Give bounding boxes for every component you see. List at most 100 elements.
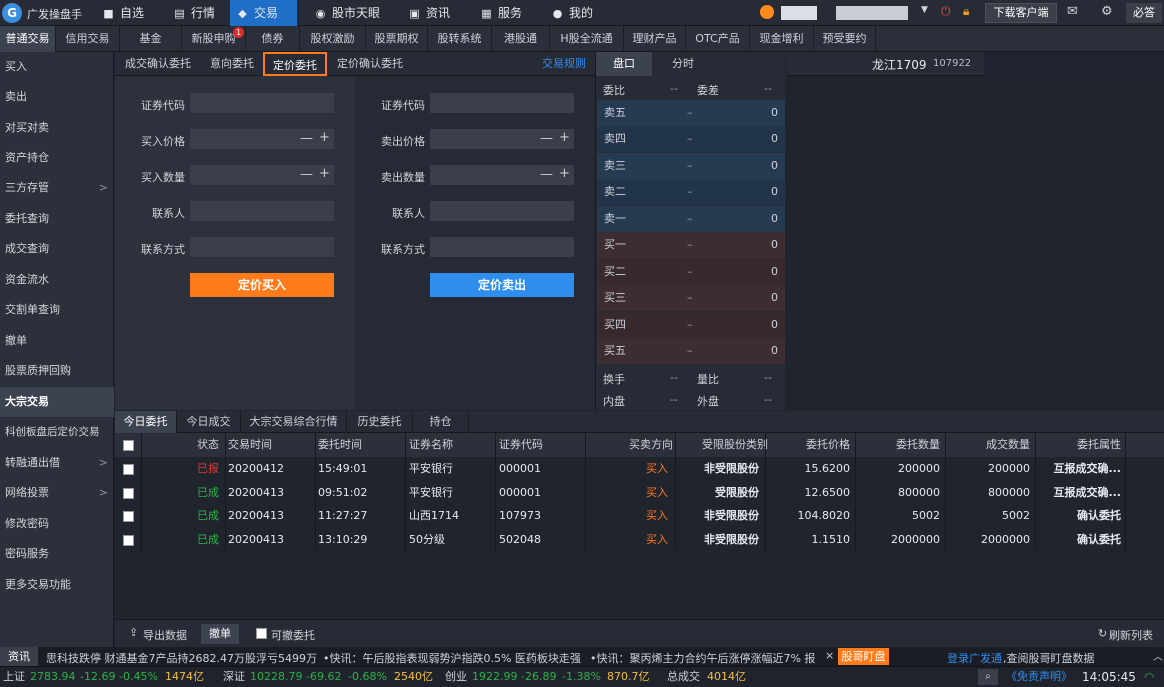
tab-otc[interactable]: OTC产品 <box>686 26 750 52</box>
col-order-time[interactable]: 委托时间 <box>318 433 403 457</box>
col-direction[interactable]: 买卖方向 <box>588 433 673 457</box>
buy-code-input[interactable] <box>190 93 334 113</box>
nav-zixun[interactable]: ▣ 资讯 <box>402 0 462 26</box>
ask-level-3[interactable]: 卖三 – 0 <box>597 153 786 179</box>
bid-level-4[interactable]: 买四 – 0 <box>597 312 786 338</box>
sell-code-input[interactable] <box>430 93 574 113</box>
table-row[interactable]: 已报 20200412 15:49:01 平安银行 000001 买入 非受限股份 15.62… <box>115 457 1164 481</box>
tab-ganggutong[interactable]: 港股通 <box>492 26 550 52</box>
ticker-item[interactable]: 思科技跌停 财通基金7产品持2682.47万股浮亏5499万 <box>46 650 317 666</box>
increase-price-button[interactable]: + <box>559 130 570 145</box>
decrease-qty-button[interactable]: — <box>300 167 313 182</box>
table-row[interactable]: 已成 20200413 11:27:27 山西1714 107973 买入 非受限股份 104… <box>115 504 1164 528</box>
select-all-checkbox[interactable] <box>123 440 134 451</box>
tab-gupiaoqiquan[interactable]: 股票期权 <box>366 26 428 52</box>
fixed-sell-button[interactable]: 定价卖出 <box>430 273 574 297</box>
col-security-name[interactable]: 证券名称 <box>409 433 494 457</box>
nav-tianyan[interactable]: ◉ 股市天眼 <box>308 0 393 26</box>
sidebar-item-fund-flow[interactable]: 资金流水 <box>0 265 114 295</box>
cancel-order-button[interactable]: 撤单 <box>201 624 239 644</box>
row-checkbox[interactable] <box>123 464 134 475</box>
tab-fixed-price[interactable]: 定价委托 <box>263 52 327 76</box>
close-icon[interactable]: × <box>825 649 834 662</box>
sidebar-item-buy[interactable]: 买入 <box>0 52 114 82</box>
tab-fenshi[interactable]: 分时 <box>656 52 710 76</box>
bid-level-2[interactable]: 买二 – 0 <box>597 259 786 285</box>
nav-hangqing[interactable]: ▤ 行情 <box>167 0 227 26</box>
ask-level-4[interactable]: 卖四 – 0 <box>597 126 786 152</box>
sidebar-item-change-password[interactable]: 修改密码 <box>0 509 114 539</box>
sidebar-item-pledge[interactable]: 股票质押回购 <box>0 356 114 386</box>
sidebar-item-cancel[interactable]: 撤单 <box>0 326 114 356</box>
hot-tag[interactable]: 股哥盯盘 <box>838 648 889 665</box>
decrease-qty-button[interactable]: — <box>540 167 553 182</box>
trade-rules-link[interactable]: 交易规则 <box>542 52 586 76</box>
download-client-button[interactable]: 下载客户端 <box>985 3 1057 23</box>
bida-button[interactable]: 必答 <box>1126 3 1162 23</box>
tab-pankou[interactable]: 盘口 <box>596 52 652 76</box>
col-security-code[interactable]: 证券代码 <box>499 433 584 457</box>
tab-block-market[interactable]: 大宗交易综合行情 <box>241 411 347 433</box>
tab-deal-confirm[interactable]: 成交确认委托 <box>119 52 197 76</box>
tab-licai[interactable]: 理财产品 <box>624 26 686 52</box>
buy-contact-method-input[interactable] <box>190 237 334 257</box>
sidebar-item-voting[interactable]: 网络投票 > <box>0 478 114 508</box>
tab-yushou[interactable]: 预受要约 <box>814 26 876 52</box>
cancelable-checkbox[interactable] <box>256 628 267 639</box>
sell-contact-input[interactable] <box>430 201 574 221</box>
export-data-button[interactable]: 导出数据 <box>143 627 187 643</box>
sidebar-item-custody[interactable]: 三方存管 > <box>0 173 114 203</box>
row-checkbox[interactable] <box>123 487 134 499</box>
col-order-attr[interactable]: 委托属性 <box>1038 433 1121 457</box>
table-row[interactable]: 已成 20200413 09:51:02 平安银行 000001 买入 受限股份 12.650… <box>115 481 1164 505</box>
col-order-qty[interactable]: 委托数量 <box>858 433 940 457</box>
sidebar-item-statement[interactable]: 交割单查询 <box>0 295 114 325</box>
ask-level-2[interactable]: 卖二 – 0 <box>597 179 786 205</box>
increase-qty-button[interactable]: + <box>559 166 570 181</box>
nav-fuwu[interactable]: ▦ 服务 <box>474 0 534 26</box>
col-deal-qty[interactable]: 成交数量 <box>948 433 1030 457</box>
ticker-item[interactable]: •快讯：午后股指表现弱势沪指跌0.5% 医药板块走强 <box>323 650 581 666</box>
tab-zhaiquan[interactable]: 债券 <box>246 26 300 52</box>
nav-wode[interactable]: ● 我的 <box>545 0 605 26</box>
sidebar-item-deal-query[interactable]: 成交查询 <box>0 234 114 264</box>
disclaimer-link[interactable]: 《免责声明》 <box>1006 667 1072 687</box>
sidebar-item-more[interactable]: 更多交易功能 <box>0 570 114 600</box>
nav-jiaoyi[interactable]: ◆ 交易 <box>230 0 297 26</box>
tab-intent[interactable]: 意向委托 <box>203 52 261 76</box>
search-icon[interactable]: ⌕ <box>978 669 998 685</box>
sidebar-item-password-service[interactable]: 密码服务 <box>0 539 114 569</box>
sidebar-item-sell[interactable]: 卖出 <box>0 82 114 112</box>
increase-qty-button[interactable]: + <box>319 166 330 181</box>
tab-putong[interactable]: 普通交易 <box>0 26 56 52</box>
col-share-class[interactable]: 受限股份类别 <box>678 433 768 457</box>
tab-positions[interactable]: 持仓 <box>413 411 469 433</box>
buy-contact-input[interactable] <box>190 201 334 221</box>
chevron-down-icon[interactable]: ▼ <box>921 5 928 15</box>
sidebar-item-block-trade[interactable]: 大宗交易 <box>0 387 114 417</box>
avatar[interactable] <box>760 5 774 19</box>
col-status[interactable]: 状态 <box>143 433 219 457</box>
row-checkbox[interactable] <box>123 511 134 522</box>
ask-level-5[interactable]: 卖五 – 0 <box>597 100 786 126</box>
power-icon[interactable]: ⏻ <box>941 4 951 19</box>
tab-jijin[interactable]: 基金 <box>120 26 182 52</box>
tab-h-share[interactable]: H股全流通 <box>550 26 624 52</box>
fixed-buy-button[interactable]: 定价买入 <box>190 273 334 297</box>
tab-xinyong[interactable]: 信用交易 <box>56 26 120 52</box>
sell-contact-method-input[interactable] <box>430 237 574 257</box>
ticker-item[interactable]: •快讯：聚丙烯主力合约午后涨停涨幅近7% 报 <box>590 650 816 666</box>
table-row[interactable]: 已成 20200413 13:10:29 50分级 502048 买入 非受限股份 1.151… <box>115 528 1164 552</box>
sidebar-item-lending[interactable]: 转融通出借 > <box>0 448 114 478</box>
lock-icon[interactable]: 🔒︎ <box>963 4 969 19</box>
decrease-price-button[interactable]: — <box>300 131 313 146</box>
increase-price-button[interactable]: + <box>319 130 330 145</box>
gear-icon[interactable]: ⚙ <box>1101 4 1113 19</box>
mail-icon[interactable]: ✉ <box>1067 4 1078 19</box>
sidebar-item-order-query[interactable]: 委托查询 <box>0 204 114 234</box>
tab-xianjin[interactable]: 现金增利 <box>750 26 814 52</box>
tab-fixed-price-confirm[interactable]: 定价确认委托 <box>331 52 409 76</box>
chevron-up-icon[interactable]: ︿ <box>1153 648 1163 663</box>
row-checkbox[interactable] <box>123 534 134 546</box>
tab-guquanjili[interactable]: 股权激励 <box>300 26 366 52</box>
